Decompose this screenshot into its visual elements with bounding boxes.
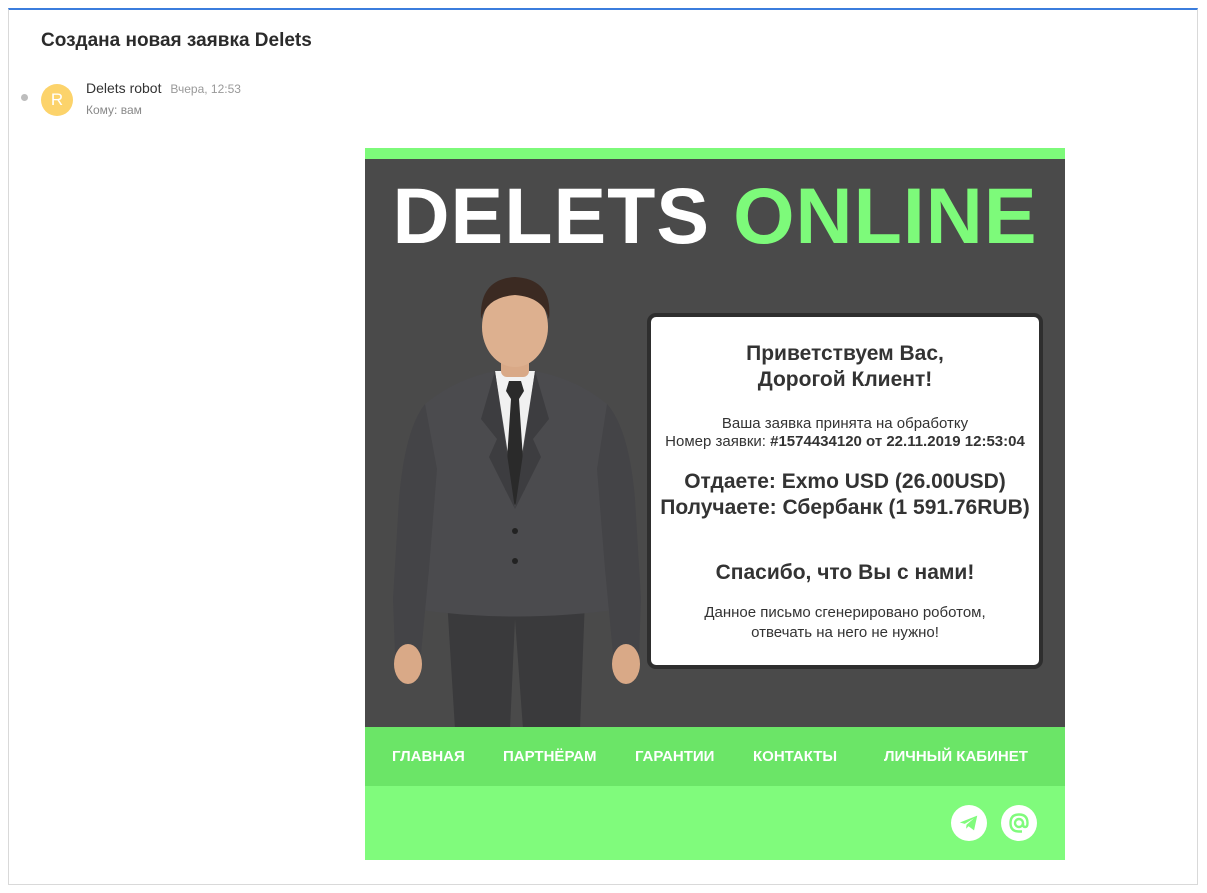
greeting-line-2: Дорогой Клиент! <box>757 368 933 391</box>
hero-section: DELETS ONLINE Приветствуем Вас, Дорогой … <box>365 159 1065 727</box>
sender-avatar[interactable]: R <box>41 84 73 116</box>
nav-link-guarantees[interactable]: ГАРАНТИИ <box>635 748 714 765</box>
message-subject: Создана новая заявка Delets <box>41 30 312 51</box>
brand-logo: DELETS ONLINE <box>365 171 1065 261</box>
robot-note-line-2: отвечать на него не нужно! <box>751 624 939 641</box>
nav-link-account[interactable]: ЛИЧНЫЙ КАБИНЕТ <box>884 748 1028 765</box>
order-number: Номер заявки: #1574434120 от 22.11.2019 … <box>651 433 1039 451</box>
unread-dot-icon[interactable] <box>21 94 28 101</box>
nav-link-contacts[interactable]: КОНТАКТЫ <box>753 748 837 765</box>
thanks-text: Спасибо, что Вы с нами! <box>715 561 975 584</box>
accepted-text: Ваша заявка принята на обработку <box>721 415 969 432</box>
telegram-icon[interactable] <box>951 805 987 841</box>
email-body: DELETS ONLINE Приветствуем Вас, Дорогой … <box>365 148 1065 860</box>
exchange-details: Отдаете: Exmo USD (26.00USD) Получаете: … <box>651 469 1039 521</box>
greeting-line-1: Приветствуем Вас, <box>746 342 944 365</box>
get-line: Получаете: Сбербанк (1 591.76RUB) <box>660 496 1030 519</box>
sent-time: Вчера, 12:53 <box>170 82 241 96</box>
email-at-icon[interactable] <box>1001 805 1037 841</box>
order-card: Приветствуем Вас, Дорогой Клиент! Ваша з… <box>647 313 1043 669</box>
email-footer <box>365 786 1065 860</box>
top-accent-strip <box>365 148 1065 159</box>
nav-link-home[interactable]: ГЛАВНАЯ <box>392 748 465 765</box>
email-nav-bar: ГЛАВНАЯ ПАРТНЁРАМ ГАРАНТИИ КОНТАКТЫ ЛИЧН… <box>365 727 1065 786</box>
recipient-line[interactable]: Кому: вам <box>86 103 142 117</box>
sender-name[interactable]: Delets robot <box>86 80 161 96</box>
nav-link-partners[interactable]: ПАРТНЁРАМ <box>503 748 596 765</box>
robot-note: Данное письмо сгенерировано роботом, отв… <box>651 603 1039 643</box>
brand-word-white: DELETS <box>392 171 711 260</box>
robot-note-line-1: Данное письмо сгенерировано роботом, <box>704 604 986 621</box>
sender-line: Delets robot Вчера, 12:53 <box>86 80 241 96</box>
give-line: Отдаете: Exmo USD (26.00USD) <box>684 470 1006 493</box>
brand-word-green: ONLINE <box>733 171 1038 260</box>
businessman-illustration <box>393 277 641 727</box>
order-value: #1574434120 от 22.11.2019 12:53:04 <box>770 433 1025 450</box>
greeting: Приветствуем Вас, Дорогой Клиент! <box>651 341 1039 393</box>
order-label: Номер заявки: <box>665 433 771 450</box>
